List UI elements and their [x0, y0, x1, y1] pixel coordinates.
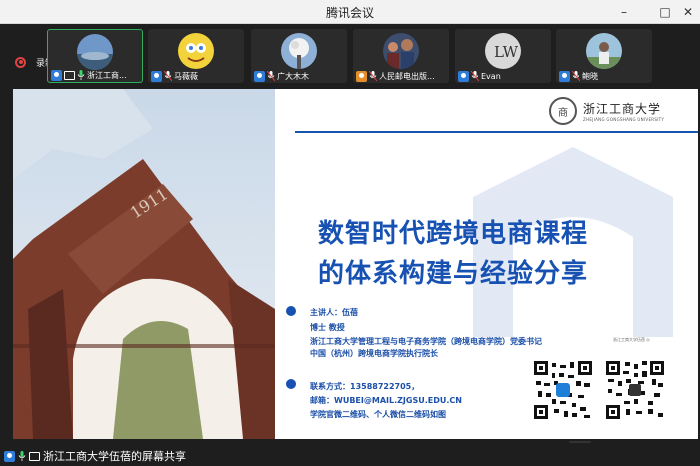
- speaker-affiliation-1: 浙江工商大学管理工程与电子商务学院（跨境电商学院）党委书记: [310, 337, 542, 346]
- participant-name: 鲍晓: [582, 71, 598, 81]
- participant-tile-5[interactable]: LW Evan: [455, 29, 551, 83]
- participant-tile-3[interactable]: 广大木木: [251, 29, 347, 83]
- tree-avatar: [281, 33, 317, 69]
- svg-text:LW: LW: [494, 43, 519, 61]
- logo-name-en: ZHEJIANG GONGSHANG UNIVERSITY: [583, 117, 665, 122]
- person-icon: [559, 70, 570, 82]
- contact-email: 邮箱：WUBEI@MAIL.ZJGSU.EDU.CN: [310, 396, 462, 405]
- close-button[interactable]: ✕: [678, 2, 698, 22]
- microphone-icon: [286, 306, 296, 316]
- header-divider: [295, 131, 698, 133]
- mic-off-icon: [369, 71, 377, 81]
- landscape-avatar: [77, 34, 113, 70]
- participant-name: 浙江工商...: [87, 70, 127, 80]
- letter-avatar: LW: [485, 33, 521, 69]
- person-icon: [254, 70, 265, 82]
- university-logo: 商 浙江工商大学 ZHEJIANG GONGSHANG UNIVERSITY: [549, 93, 683, 129]
- participant-name: 人民邮电出版...: [379, 71, 435, 81]
- guest-icon: [356, 70, 367, 82]
- record-icon: [15, 56, 26, 68]
- person-icon: [151, 70, 162, 82]
- college-qr-code: [532, 359, 594, 421]
- mic-icon: [77, 70, 85, 80]
- wechat-qr-code: [604, 359, 666, 421]
- contact-phone: 联系方式：13588722705，: [310, 382, 420, 391]
- screen-share-icon: [29, 451, 40, 461]
- campus-arch-photo: 1911: [13, 89, 275, 439]
- mic-off-icon: [572, 71, 580, 81]
- qr-caption: 浙江工商大学伍蓓 ◎: [613, 337, 650, 342]
- slide-title-line-2: 的体系构建与经验分享: [318, 259, 589, 289]
- logo-name-cn: 浙江工商大学: [583, 102, 662, 116]
- host-icon: [4, 450, 15, 462]
- participant-tile-1[interactable]: 浙江工商...: [47, 29, 143, 83]
- crowd-avatar: [383, 33, 419, 69]
- participant-tile-4[interactable]: 人民邮电出版...: [353, 29, 449, 83]
- mic-off-icon: [164, 71, 172, 81]
- maximize-button[interactable]: □: [655, 2, 675, 22]
- contact-qr-note: 学院官微二维码、个人微信二维码如图: [310, 410, 446, 419]
- speaker-degree: 博士 教授: [310, 323, 345, 332]
- pen-icon: [286, 379, 296, 389]
- mic-off-icon: [471, 71, 479, 81]
- shared-slide: 1911 商 浙江工商大学 ZHEJIANG GONGSHANG UNIVERS…: [13, 89, 698, 439]
- person-icon: [458, 70, 469, 82]
- screen-share-status: 浙江工商大学伍蓓的屏幕共享: [4, 448, 186, 464]
- sponge-avatar: [178, 33, 214, 69]
- title-bar: 腾讯会议 – □ ✕: [0, 0, 700, 24]
- tencent-meeting-window: 腾讯会议 – □ ✕ 录制中 浙江工商...: [0, 0, 700, 466]
- participant-tile-6[interactable]: 鲍晓: [556, 29, 652, 83]
- participant-name: Evan: [481, 71, 501, 81]
- participant-name: 马薇薇: [174, 71, 198, 81]
- screen-share-label: 浙江工商大学伍蓓的屏幕共享: [43, 450, 186, 463]
- minimize-button[interactable]: –: [614, 2, 634, 22]
- app-title: 腾讯会议: [325, 6, 374, 20]
- speaker-name: 主讲人：伍蓓: [310, 308, 358, 317]
- participant-strip: 录制中 浙江工商... 马薇薇: [0, 24, 700, 86]
- participant-tile-2[interactable]: 马薇薇: [148, 29, 244, 83]
- mic-off-icon: [267, 71, 275, 81]
- participant-name: 广大木木: [277, 71, 309, 81]
- seal-icon: 商: [549, 97, 577, 125]
- screen-share-icon: [64, 70, 75, 80]
- host-icon: [51, 69, 62, 81]
- status-bar: 浙江工商大学伍蓓的屏幕共享: [0, 443, 700, 466]
- slide-title-line-1: 数智时代跨境电商课程: [318, 219, 589, 249]
- speaker-affiliation-2: 中国（杭州）跨境电商学院执行院长: [310, 349, 438, 358]
- mic-icon: [18, 451, 26, 461]
- person-avatar: [586, 33, 622, 69]
